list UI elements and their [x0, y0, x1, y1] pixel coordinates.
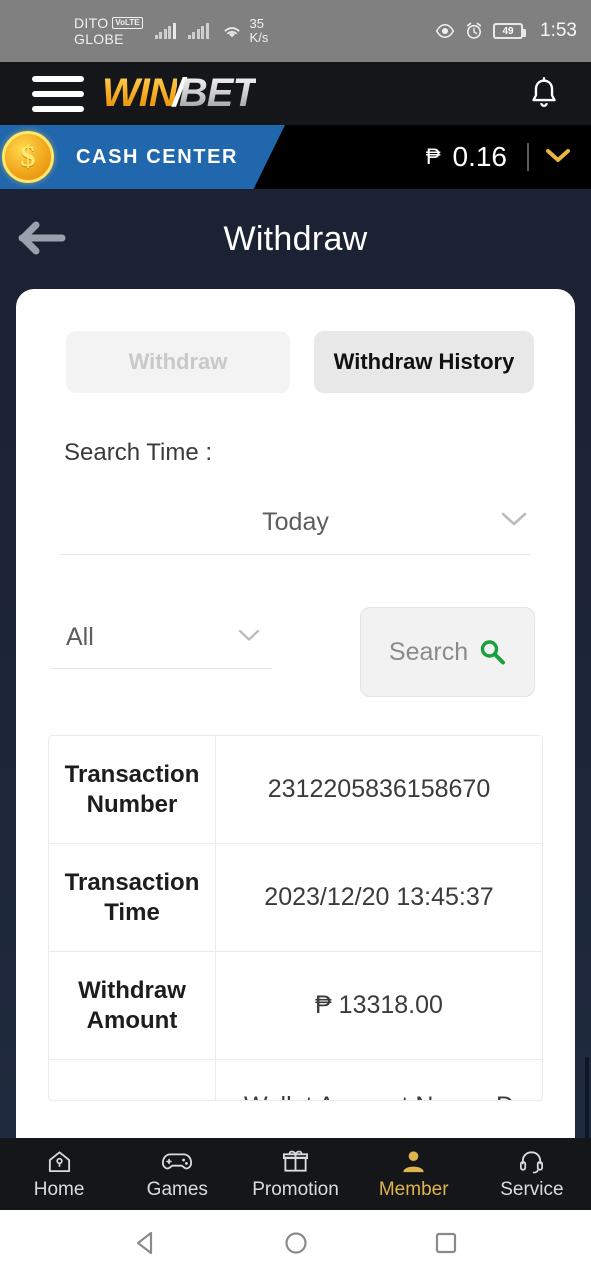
carrier-primary-label: DITO: [74, 15, 109, 31]
dollar-coin-icon: $: [2, 131, 54, 183]
nav-item-home[interactable]: Home: [0, 1147, 118, 1201]
battery-icon: 49: [493, 23, 527, 39]
wifi-icon: [221, 23, 243, 39]
bottom-navigation: Home Games Promotion Member Service: [0, 1138, 591, 1210]
gift-icon: [282, 1147, 309, 1175]
type-select[interactable]: All: [50, 607, 272, 669]
chevron-down-icon[interactable]: [543, 145, 573, 165]
home-icon: [46, 1147, 73, 1175]
nav-item-service[interactable]: Service: [473, 1147, 591, 1201]
eye-icon: [435, 21, 455, 41]
signal-bars-icon: [187, 23, 209, 39]
chevron-down-icon: [236, 627, 262, 644]
search-time-label: Search Time :: [64, 439, 213, 466]
nav-label-promotion: Promotion: [252, 1179, 339, 1200]
app-header: WIN / BET: [0, 62, 591, 125]
table-row: Withdraw Amount ₱ 13318.00: [49, 952, 542, 1060]
volte-badge: VoLTE: [112, 17, 143, 29]
bell-icon[interactable]: [527, 76, 561, 112]
search-icon: [478, 638, 506, 666]
status-bar-left: DITO VoLTE GLOBE 35 K/s: [74, 15, 268, 47]
tab-withdraw[interactable]: Withdraw: [66, 331, 290, 393]
balance-display: ₱ 0.16: [426, 125, 507, 189]
alarm-icon: [464, 21, 484, 41]
user-icon: [400, 1147, 427, 1175]
logo-text-win: WIN: [102, 71, 178, 115]
table-row-label: Withdraw Amount: [49, 952, 216, 1059]
nav-item-games[interactable]: Games: [118, 1147, 236, 1201]
content-card: Withdraw Withdraw History Search Time : …: [16, 289, 575, 1138]
transaction-table: Transaction Number 2312205836158670 Tran…: [48, 735, 543, 1101]
chevron-down-icon: [499, 509, 529, 529]
search-button-label: Search: [388, 637, 469, 666]
battery-level: 49: [502, 25, 514, 37]
page-body: Withdraw Withdraw Withdraw History Searc…: [0, 189, 591, 1155]
network-speed-unit: K/s: [249, 30, 269, 45]
table-row-value: ₱ 13318.00: [315, 991, 443, 1019]
winbet-logo[interactable]: WIN / BET: [102, 71, 257, 116]
logo-text-bet: BET: [178, 71, 257, 115]
table-row: Transaction Number 2312205836158670: [49, 736, 542, 844]
recents-square-icon[interactable]: [431, 1228, 461, 1263]
network-speed-value: 35: [249, 16, 265, 31]
android-navigation-bar: [0, 1210, 591, 1280]
page-titlebar: Withdraw: [0, 189, 591, 289]
balance-divider: [527, 143, 529, 171]
back-triangle-icon[interactable]: [131, 1228, 161, 1263]
page-title: Withdraw: [223, 219, 368, 258]
android-status-bar: DITO VoLTE GLOBE 35 K/s 49 1:53: [0, 0, 591, 62]
table-row-value: Wallet Account Name: D: [216, 1060, 542, 1100]
status-bar-right: 49 1:53: [435, 20, 577, 42]
table-row-label: Transaction Number: [49, 736, 216, 843]
table-row-value: 2312205836158670: [267, 775, 491, 803]
table-row-label: [49, 1060, 216, 1100]
balance-amount: 0.16: [452, 141, 508, 172]
table-row: Transaction Time 2023/12/20 13:45:37: [49, 844, 542, 952]
back-arrow-icon[interactable]: [18, 221, 66, 255]
table-row-label: Transaction Time: [49, 844, 216, 951]
nav-label-service: Service: [500, 1179, 564, 1200]
gamepad-icon: [161, 1147, 193, 1175]
nav-label-games: Games: [146, 1179, 208, 1200]
type-value: All: [66, 623, 94, 651]
headset-icon: [518, 1147, 545, 1175]
hamburger-menu-icon[interactable]: [32, 75, 84, 112]
filter-row: All Search: [16, 607, 575, 697]
search-button[interactable]: Search: [360, 607, 535, 697]
tab-bar: Withdraw Withdraw History: [16, 289, 575, 393]
table-row: Wallet Account Name: D: [49, 1060, 542, 1100]
network-speed: 35 K/s: [250, 17, 269, 45]
time-range-value: Today: [262, 508, 329, 536]
status-bar-clock: 1:53: [540, 20, 577, 41]
nav-item-promotion[interactable]: Promotion: [236, 1147, 354, 1201]
coin-symbol: $: [20, 140, 36, 173]
nav-item-member[interactable]: Member: [355, 1147, 473, 1201]
carrier-secondary-label: GLOBE: [74, 31, 124, 47]
cash-center-bar[interactable]: $ CASH CENTER ₱ 0.16: [0, 125, 591, 189]
carrier-labels: DITO VoLTE GLOBE: [74, 15, 143, 47]
table-row-value: 2023/12/20 13:45:37: [264, 883, 494, 911]
nav-label-home: Home: [33, 1179, 85, 1200]
nav-label-member: Member: [378, 1179, 449, 1200]
cash-center-label: CASH CENTER: [76, 145, 239, 168]
time-range-select[interactable]: Today: [60, 491, 531, 555]
signal-bars-icon: [154, 23, 176, 39]
mobile-screen: DITO VoLTE GLOBE 35 K/s 49 1:53 WIN / BE…: [0, 0, 591, 1280]
tab-withdraw-history[interactable]: Withdraw History: [314, 331, 534, 393]
currency-symbol: ₱: [425, 144, 441, 169]
home-circle-icon[interactable]: [281, 1228, 311, 1263]
